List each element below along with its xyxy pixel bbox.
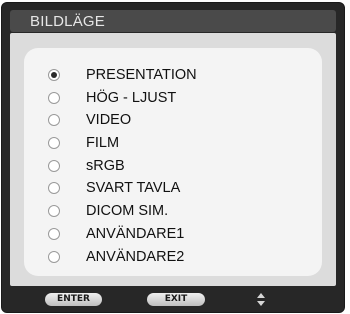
radio-icon[interactable] xyxy=(48,91,60,104)
option-hog-ljust[interactable]: HÖG - LJUST xyxy=(24,88,322,111)
arrow-up-icon xyxy=(257,293,265,298)
option-label: sRGB xyxy=(86,157,125,174)
option-label: ANVÄNDARE2 xyxy=(86,248,185,265)
option-svart-tavla[interactable]: SVART TAVLA xyxy=(24,178,322,201)
title-bar: BILDLÄGE xyxy=(10,10,336,32)
radio-icon[interactable] xyxy=(48,182,60,195)
radio-icon[interactable] xyxy=(48,69,60,81)
option-label: DICOM SIM. xyxy=(86,203,169,220)
radio-icon[interactable] xyxy=(48,159,60,172)
option-anvandare2[interactable]: ANVÄNDARE2 xyxy=(24,247,322,270)
option-label: ANVÄNDARE1 xyxy=(86,225,185,242)
footer-bar: ENTER EXIT xyxy=(2,286,344,312)
radio-icon[interactable] xyxy=(48,227,60,240)
up-down-arrows-icon xyxy=(257,293,265,307)
menu-title: BILDLÄGE xyxy=(30,13,105,30)
menu-panel: PRESENTATION HÖG - LJUST VIDEO FILM sRGB xyxy=(10,33,336,286)
osd-menu-window: BILDLÄGE PRESENTATION HÖG - LJUST VIDEO xyxy=(1,2,345,313)
radio-icon[interactable] xyxy=(48,250,60,263)
option-label: SVART TAVLA xyxy=(86,180,181,197)
option-label: PRESENTATION xyxy=(86,67,197,83)
exit-button[interactable]: EXIT xyxy=(147,293,205,306)
radio-icon[interactable] xyxy=(48,205,60,218)
option-label: VIDEO xyxy=(86,112,132,129)
enter-button[interactable]: ENTER xyxy=(45,293,102,306)
option-list-container: PRESENTATION HÖG - LJUST VIDEO FILM sRGB xyxy=(24,48,322,276)
option-label: FILM xyxy=(86,135,120,152)
option-list: PRESENTATION HÖG - LJUST VIDEO FILM sRGB xyxy=(24,65,322,269)
option-dicom-sim[interactable]: DICOM SIM. xyxy=(24,201,322,224)
option-srgb[interactable]: sRGB xyxy=(24,156,322,179)
option-video[interactable]: VIDEO xyxy=(24,110,322,133)
option-film[interactable]: FILM xyxy=(24,133,322,156)
radio-icon[interactable] xyxy=(48,114,60,127)
option-label: HÖG - LJUST xyxy=(86,89,177,106)
arrow-down-icon xyxy=(257,301,265,306)
radio-icon[interactable] xyxy=(48,137,60,150)
option-presentation[interactable]: PRESENTATION xyxy=(24,65,322,88)
option-anvandare1[interactable]: ANVÄNDARE1 xyxy=(24,224,322,247)
